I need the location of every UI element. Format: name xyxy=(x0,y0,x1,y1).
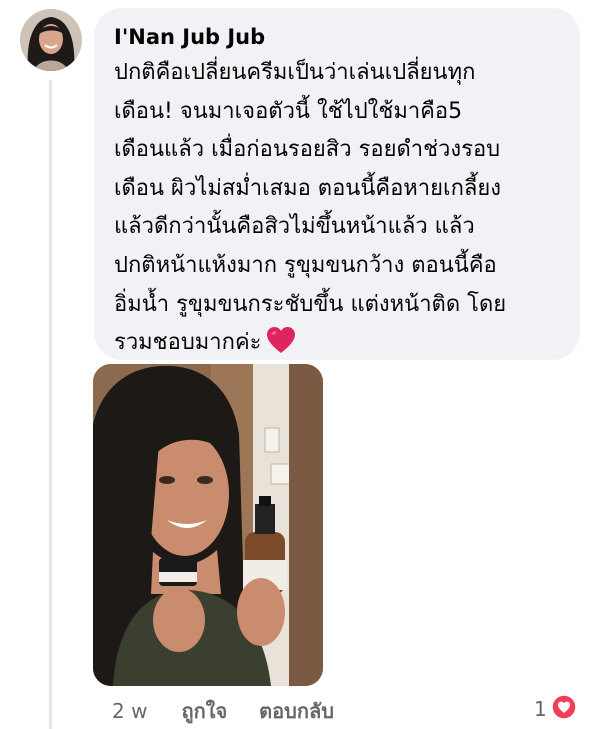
comment-text-line: อิ่มน้ำ รูขุมขนกระชับขึ้น แต่งหน้าติด โด… xyxy=(114,291,507,317)
comment-text-line: เดือน ผิวไม่สม่ำเสมอ ตอนนี้คือหายเกลี้ยง xyxy=(114,175,502,201)
comment-text-line: แล้วดีกว่านั้นคือสิวไม่ขึ้นหน้าแล้ว แล้ว xyxy=(114,214,475,240)
comment-text-line: ปกติหน้าแห้งมาก รูขุมขนกว้าง ตอนนี้คือ xyxy=(114,252,497,278)
like-button[interactable]: ถูกใจ xyxy=(181,695,227,727)
reply-button[interactable]: ตอบกลับ xyxy=(259,695,334,727)
comment-text-line: ปกติคือเปลี่ยนครีมเป็นว่าเล่นเปลี่ยนทุก xyxy=(114,60,476,85)
comment-text: ปกติคือเปลี่ยนครีมเป็นว่าเล่นเปลี่ยนทุก … xyxy=(114,54,560,368)
comment-text-line: เดือน! จนมาเจอตัวนี้ ใช้ไปใช้มาคือ5 xyxy=(114,98,463,124)
love-reaction-icon xyxy=(550,693,577,725)
comment-author[interactable]: I'Nan Jub Jub xyxy=(114,24,560,50)
red-heart-emoji-icon xyxy=(266,326,296,368)
photo-woman-holding-skincare-products xyxy=(93,364,323,686)
comment-bubble: I'Nan Jub Jub ปกติคือเปลี่ยนครีมเป็นว่าเ… xyxy=(94,8,580,360)
comment-text-line: เดือนแล้ว เมื่อก่อนรอยสิว รอยดำช่วงรอบ xyxy=(114,137,501,163)
comment-actions: 2 w ถูกใจ ตอบกลับ xyxy=(112,697,366,725)
reaction-count: 1 xyxy=(534,697,547,721)
avatar-photo xyxy=(20,9,82,71)
reply-thread-line xyxy=(49,80,52,729)
comment-timestamp[interactable]: 2 w xyxy=(112,699,147,723)
comment-text-last-line: รวมชอบมากค่ะ xyxy=(114,324,560,368)
avatar[interactable] xyxy=(20,9,82,71)
comment-photo[interactable] xyxy=(93,364,323,686)
reaction-summary[interactable]: 1 xyxy=(534,693,577,725)
comment-text-line: รวมชอบมากค่ะ xyxy=(114,330,262,356)
